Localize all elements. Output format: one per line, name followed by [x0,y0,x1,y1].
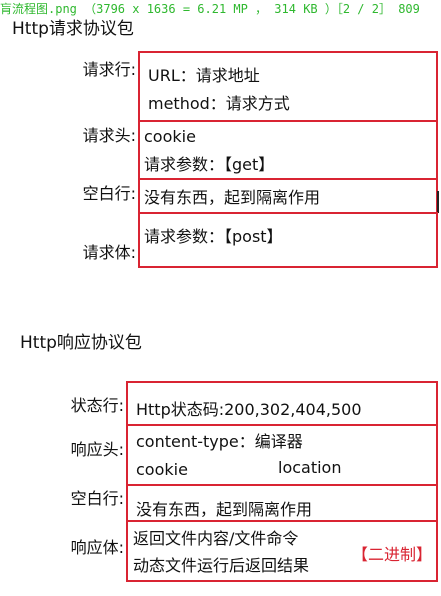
response-header-box: content-type：编译器 cookie location [126,424,438,486]
request-header-cookie: cookie [144,127,196,146]
request-body-label: 请求体: [82,243,136,262]
request-blank-line-box: 没有东西，起到隔离作用 [138,178,438,214]
response-blank-line-text: 没有东西，起到隔离作用 [136,500,313,519]
response-header-label: 响应头: [70,440,124,459]
response-body-box: 返回文件内容/文件命令 动态文件运行后返回结果 【二进制】 [126,520,438,582]
response-body-file-content: 返回文件内容/文件命令 [133,529,299,548]
request-header-box: cookie 请求参数：【get】 [138,120,438,180]
request-line-box: URL：请求地址 method：请求方式 [138,51,438,122]
request-body-params: 请求参数：【post】 [144,227,283,246]
image-viewer-caption: 肓流程图.png （3796 x 1636 = 6.21 MP ， 314 KB… [0,2,420,16]
request-blank-line-label: 空白行: [82,184,136,203]
request-header-params: 请求参数：【get】 [144,155,275,174]
request-packet-title: Http请求协议包 [12,19,134,39]
status-line-codes: Http状态码:200,302,404,500 [136,400,362,419]
status-line-box: Http状态码:200,302,404,500 [126,381,438,426]
response-body-label: 响应体: [70,538,124,557]
request-blank-line-text: 没有东西，起到隔离作用 [144,188,321,207]
response-blank-line-label: 空白行: [70,489,124,508]
status-line-label: 状态行: [70,396,124,415]
request-line-method: method：请求方式 [148,94,290,113]
request-line-label: 请求行: [82,60,136,79]
response-blank-line-box: 没有东西，起到隔离作用 [126,484,438,522]
response-body-dynamic-result: 动态文件运行后返回结果 [133,556,310,575]
response-header-content-type: content-type：编译器 [136,432,303,451]
request-header-label: 请求头: [82,126,136,145]
edge-marker [437,191,439,213]
response-header-location: location [278,458,342,477]
request-line-url: URL：请求地址 [148,66,260,85]
binary-tag: 【二进制】 [352,545,433,564]
request-body-box: 请求参数：【post】 [138,212,438,268]
response-packet-title: Http响应协议包 [20,333,142,353]
response-header-cookie: cookie [136,460,188,479]
